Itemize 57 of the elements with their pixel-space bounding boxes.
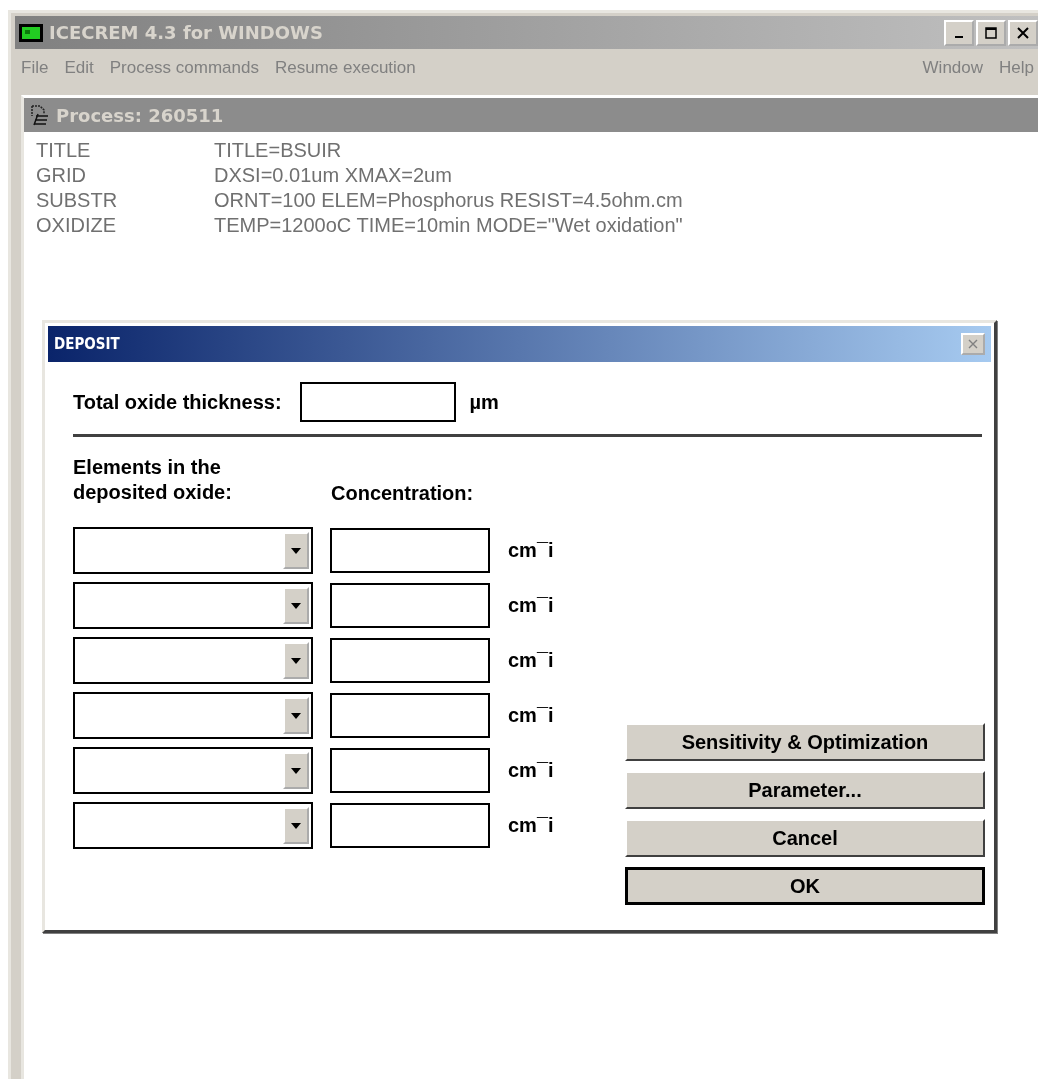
process-title: Process: 260511 <box>56 104 224 126</box>
elements-label: Elements in the deposited oxide: <box>73 455 233 505</box>
caret-icon <box>291 822 301 829</box>
thickness-field[interactable] <box>299 382 456 422</box>
element-dropdown[interactable] <box>73 637 313 684</box>
menu-item[interactable]: Process commands <box>109 58 259 78</box>
close-icon <box>1017 26 1029 39</box>
unit-label: cm¯i <box>508 649 554 672</box>
command-name: TITLE <box>36 139 92 162</box>
command-name: OXIDIZE <box>36 214 117 237</box>
command-parameters: TEMP=1200oC TIME=10min MODE="Wet oxidation" <box>214 214 683 237</box>
caret-icon <box>291 657 301 664</box>
app-icon <box>19 23 43 42</box>
caret-icon <box>291 602 301 609</box>
concentration-field[interactable] <box>330 638 490 683</box>
dialog-button[interactable]: Parameter... <box>625 771 985 809</box>
dialog-button[interactable]: OK <box>625 867 985 905</box>
unit-label: cm¯i <box>508 594 554 617</box>
command-parameters: TITLE=BSUIR <box>214 139 342 162</box>
command-name: SUBSTR <box>36 189 119 212</box>
menu-item[interactable]: Edit <box>64 58 94 78</box>
close-icon <box>968 339 978 349</box>
command-parameters: ORNT=100 ELEM=Phosphorus RESIST=4.5ohm.cm <box>214 189 683 212</box>
element-dropdown[interactable] <box>73 692 313 739</box>
maximize-icon <box>985 26 997 39</box>
menu-item[interactable]: Resume execution <box>275 58 416 78</box>
command-parameters: DXSI=0.01um XMAX=2um <box>214 164 452 187</box>
concentration-field[interactable] <box>330 803 490 848</box>
menu-item[interactable]: File <box>21 58 49 78</box>
element-dropdown[interactable] <box>73 582 313 629</box>
concentration-field[interactable] <box>330 583 490 628</box>
caret-icon <box>291 767 301 774</box>
dialog-title: DEPOSIT <box>54 335 120 353</box>
unit-label: cm¯i <box>508 814 554 837</box>
close-button[interactable] <box>1008 19 1038 46</box>
menu-item[interactable]: Help <box>999 58 1034 78</box>
element-dropdown[interactable] <box>73 527 313 574</box>
unit-label: cm¯i <box>508 759 554 782</box>
caret-icon <box>291 712 301 719</box>
unit-label: µm <box>469 390 499 414</box>
unit-label: cm¯i <box>508 539 554 562</box>
unit-label: cm¯i <box>508 704 554 727</box>
command-name: GRID <box>36 164 87 187</box>
dialog-button[interactable]: Cancel <box>625 819 985 857</box>
element-dropdown[interactable] <box>73 747 313 794</box>
thickness-label: Total oxide thickness: <box>73 390 282 414</box>
menu-item[interactable]: Window <box>922 58 984 78</box>
window-title: ICECREM 4.3 for WINDOWS <box>49 22 323 43</box>
concentration-label: Concentration: <box>331 482 474 505</box>
element-dropdown[interactable] <box>73 802 313 849</box>
concentration-field[interactable] <box>330 528 490 573</box>
concentration-field[interactable] <box>330 693 490 738</box>
caret-icon <box>291 547 301 554</box>
minimize-icon <box>955 35 963 38</box>
concentration-field[interactable] <box>330 748 490 793</box>
maximize-button[interactable] <box>976 19 1006 46</box>
dialog-button[interactable]: Sensitivity & Optimization <box>625 723 985 761</box>
